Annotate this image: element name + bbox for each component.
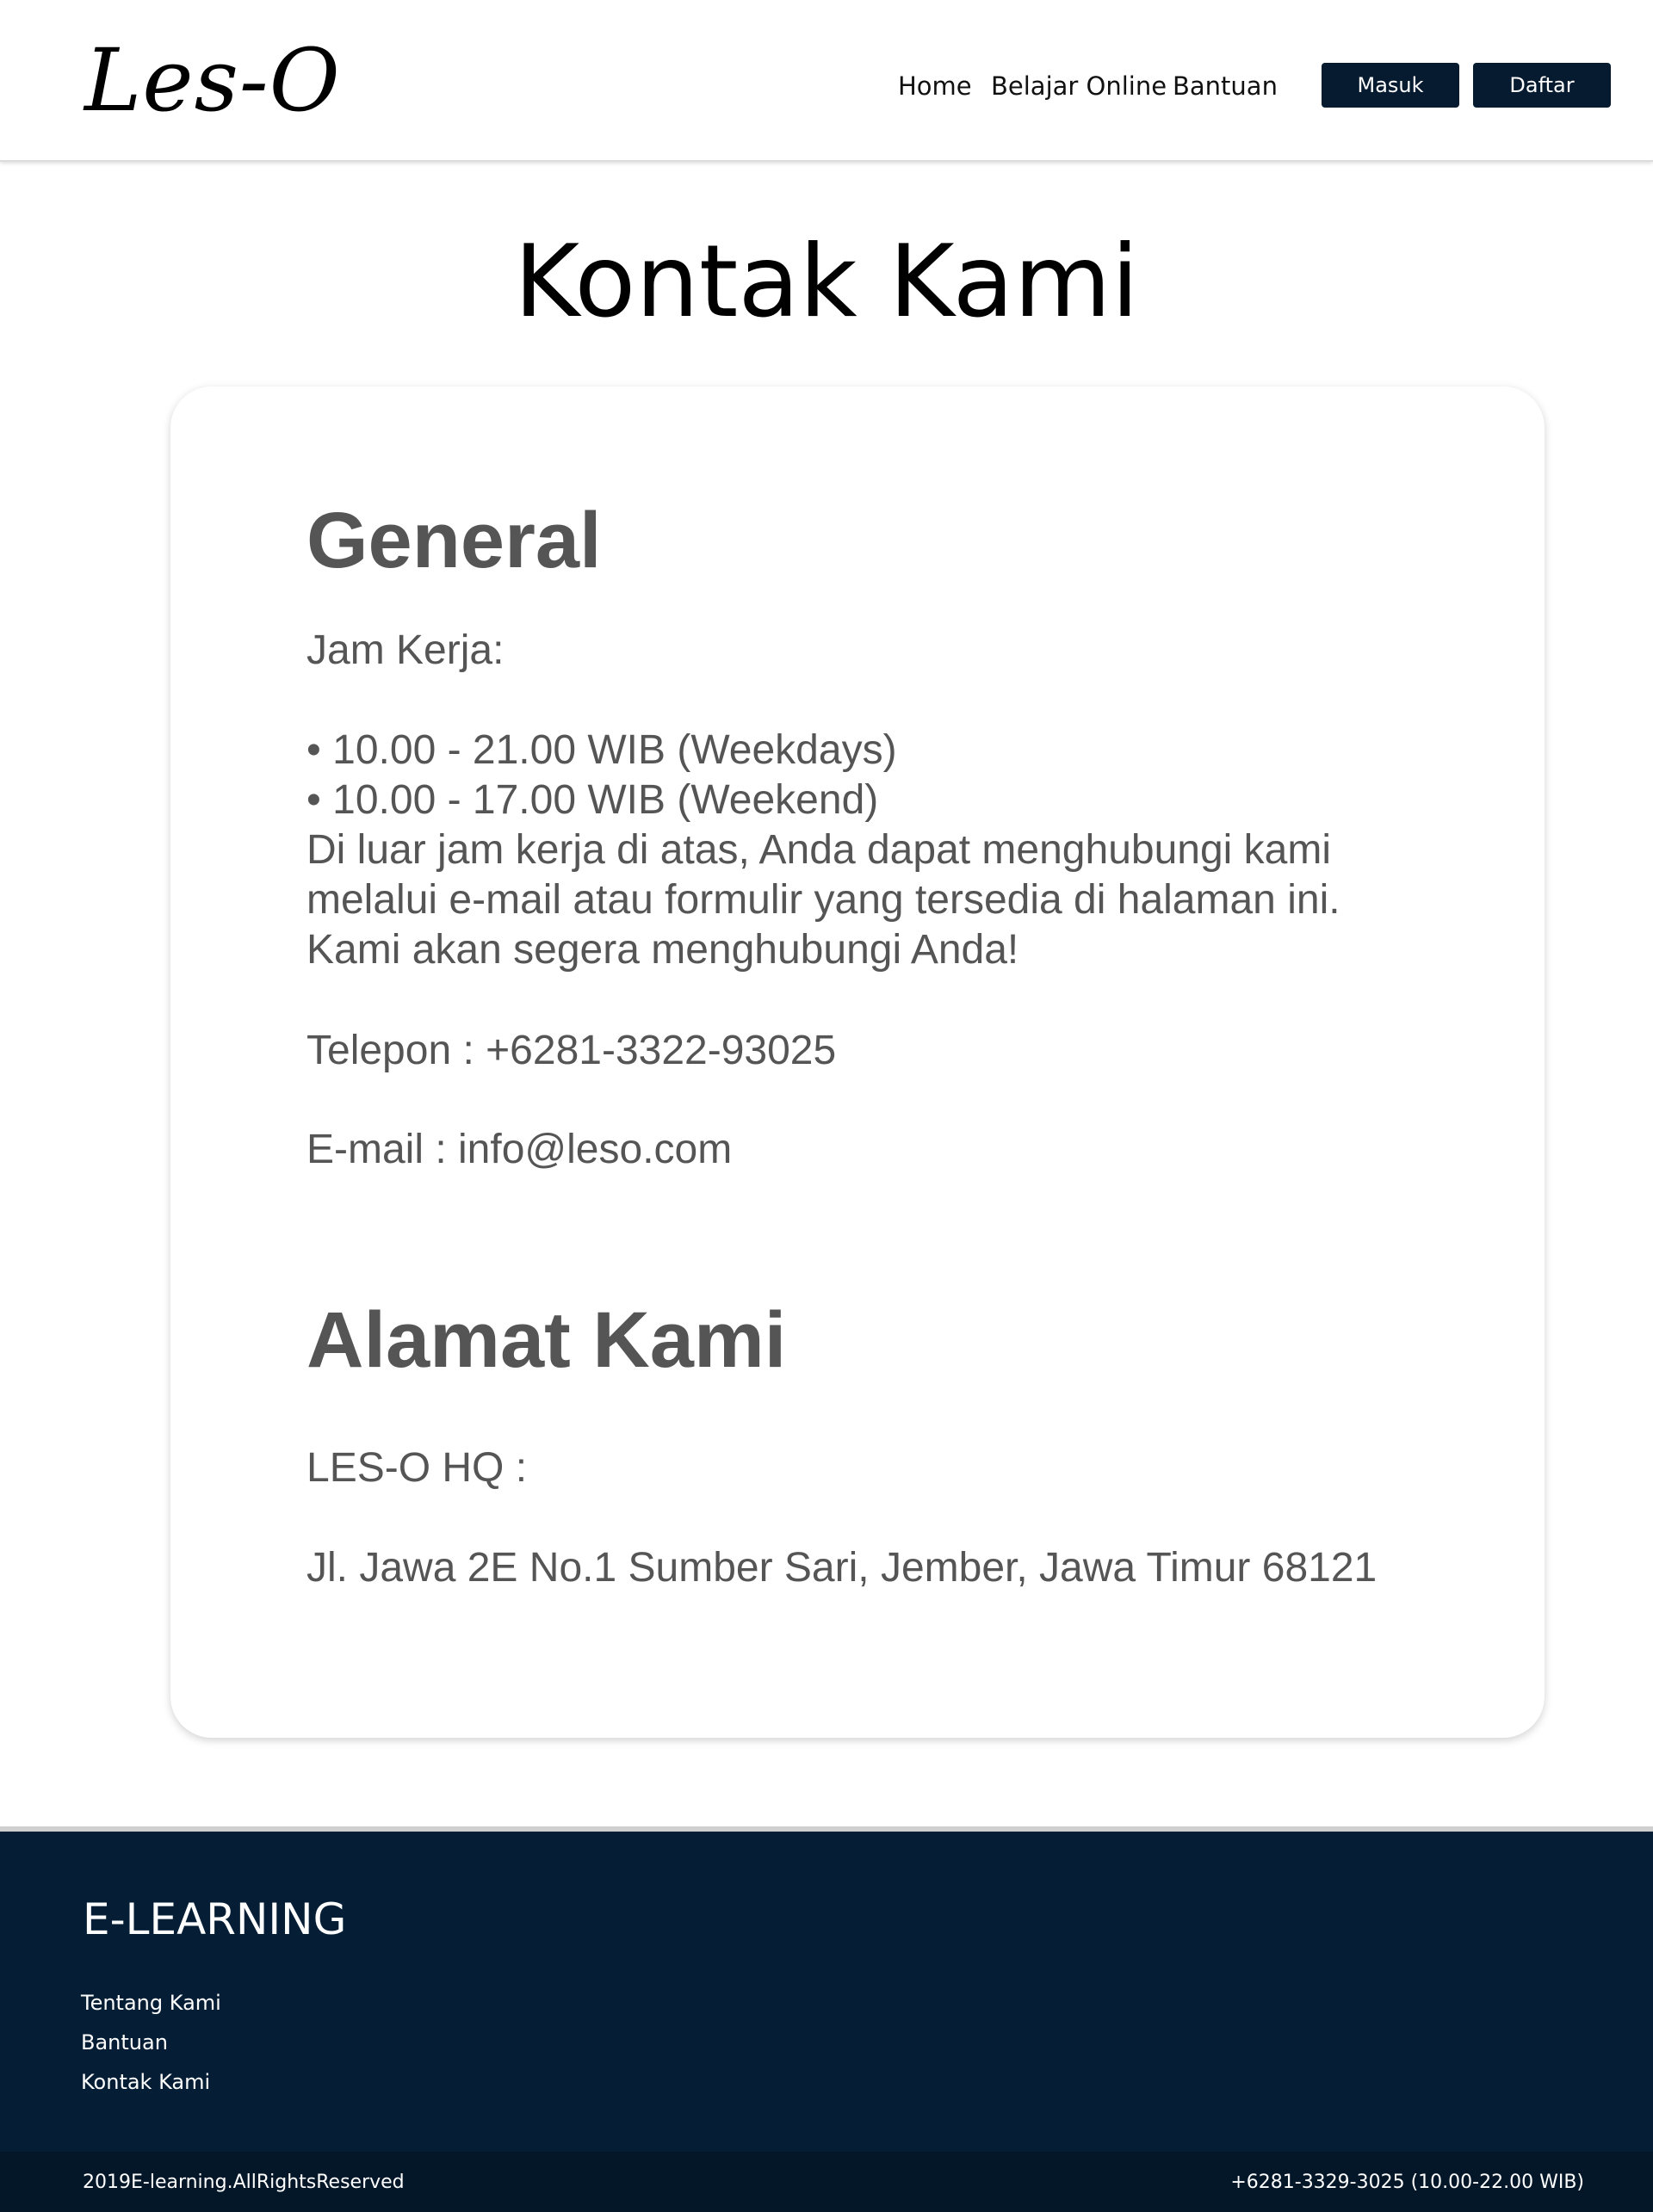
copyright-text: 2019E-learning.AllRightsReserved — [83, 2172, 405, 2193]
jam-kerja-label: Jam Kerja: — [306, 627, 505, 673]
alamat-heading: Alamat Kami — [306, 1296, 787, 1384]
site-footer: E-LEARNING Tentang Kami Bantuan Kontak K… — [0, 1832, 1653, 2152]
nav-belajar-online-link[interactable]: Belajar Online — [991, 65, 1167, 107]
note-line-1: Di luar jam kerja di atas, Anda dapat me… — [306, 827, 1332, 873]
footer-brand: E-LEARNING — [83, 1894, 347, 1944]
note-line-3: Kami akan segera menghubungi Anda! — [306, 927, 1019, 973]
note-line-2: melalui e-mail atau formulir yang tersed… — [306, 877, 1340, 923]
hq-label: LES-O HQ : — [306, 1445, 528, 1491]
page-title: Kontak Kami — [514, 224, 1139, 340]
footer-link-kontak-kami[interactable]: Kontak Kami — [81, 2069, 210, 2095]
footer-phone-text: +6281-3329-3025 (10.00-22.00 WIB) — [1230, 2172, 1584, 2193]
general-heading: General — [306, 497, 602, 584]
hours-weekdays: • 10.00 - 21.00 WIB (Weekdays) — [306, 727, 897, 773]
footer-link-tentang-kami[interactable]: Tentang Kami — [81, 1990, 221, 2016]
masuk-button[interactable]: Masuk — [1322, 63, 1459, 108]
site-header: Les-O Home Belajar Online Bantuan Masuk … — [0, 0, 1653, 162]
email-text: E-mail : info@leso.com — [306, 1127, 733, 1172]
daftar-button[interactable]: Daftar — [1473, 63, 1611, 108]
contact-card: General Jam Kerja: • 10.00 - 21.00 WIB (… — [170, 386, 1545, 1738]
telepon-text: Telepon : +6281-3322-93025 — [306, 1028, 837, 1073]
site-logo[interactable]: Les-O — [84, 29, 341, 133]
footer-bottom-bar: 2019E-learning.AllRightsReserved +6281-3… — [0, 2152, 1653, 2212]
nav-bantuan-link[interactable]: Bantuan — [1173, 65, 1278, 107]
hours-weekend: • 10.00 - 17.00 WIB (Weekend) — [306, 777, 879, 823]
nav-home-link[interactable]: Home — [898, 65, 972, 107]
address-text: Jl. Jawa 2E No.1 Sumber Sari, Jember, Ja… — [306, 1545, 1378, 1591]
footer-link-bantuan[interactable]: Bantuan — [81, 2030, 168, 2055]
